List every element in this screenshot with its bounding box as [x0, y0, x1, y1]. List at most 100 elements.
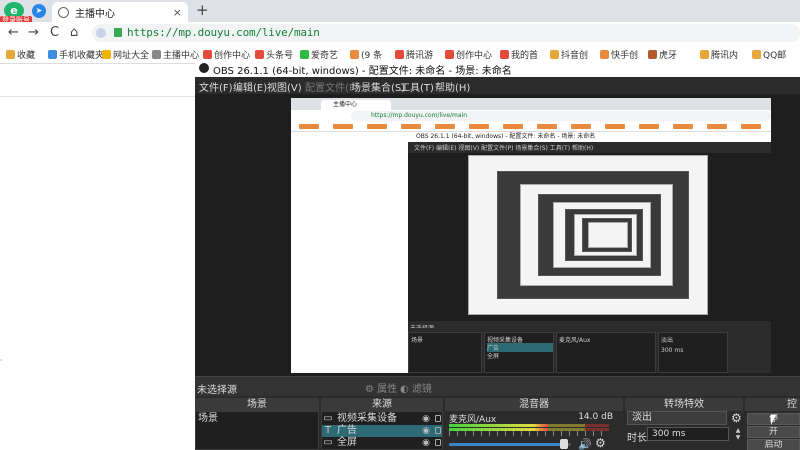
- source-item[interactable]: ▭ 视频采集设备 ◉: [322, 413, 442, 425]
- source-item[interactable]: T 广告 ◉: [322, 425, 442, 437]
- lock-icon[interactable]: [435, 415, 441, 422]
- mixer-dock-title: 混音器: [445, 398, 623, 411]
- obs-titlebar: OBS 26.1.1 (64-bit, windows) - 配置文件: 未命名…: [195, 60, 800, 77]
- captured-mixer-panel: 麦克风/Aux: [556, 332, 656, 373]
- url-field[interactable]: https://mp.douyu.com/live/main: [92, 24, 800, 42]
- favicon-icon: [152, 50, 161, 59]
- display-source-icon: ▭: [323, 437, 333, 448]
- mixer-gear-icon[interactable]: ⚙: [595, 436, 606, 450]
- speaker-icon[interactable]: 🔊: [578, 438, 592, 450]
- scene-item[interactable]: 场景: [196, 413, 218, 425]
- sources-list: ▭ 视频采集设备 ◉ T 广告 ◉ ▭ 全屏 ◉: [321, 411, 443, 450]
- transitions-panel: 淡出 ⚙ 时长 300 ms ▲ ▼: [625, 411, 745, 450]
- back-button[interactable]: ←: [8, 25, 19, 40]
- source-item[interactable]: ▭ 全屏 ◉: [322, 437, 442, 449]
- favicon-icon: [255, 50, 264, 59]
- shield-icon[interactable]: [96, 28, 106, 38]
- obs-menubar: 文件(F) 编辑(E) 视图(V) 配置文件(P) 场景集合(S) 工具(T) 帮助(H): [195, 77, 800, 94]
- favicon-icon: [550, 50, 559, 59]
- captured-transition-panel: 淡出 300 ms: [658, 332, 728, 373]
- volume-slider-handle[interactable]: [560, 439, 568, 449]
- page-divider: [0, 96, 195, 97]
- source-label: 视频采集设备: [337, 413, 397, 424]
- home-button[interactable]: ⌂: [70, 25, 78, 40]
- bookmark-item[interactable]: 手机收藏夹: [48, 48, 104, 61]
- lock-icon[interactable]: [435, 439, 441, 446]
- globe-icon: [58, 6, 69, 18]
- favicon-icon: [648, 50, 657, 59]
- lock-icon[interactable]: [114, 28, 122, 37]
- captured-bookmark: [401, 124, 421, 129]
- captured-bookmark: [333, 124, 353, 129]
- favicon-icon: [600, 50, 609, 59]
- menu-item[interactable]: 工具(T): [400, 79, 434, 94]
- start-recording-button[interactable]: 开: [747, 426, 800, 438]
- screen: e 登录账号 ➤ 主播中心 × + ← → C ⌂ https://mp.dou…: [0, 0, 800, 450]
- captured-bookmark: [435, 124, 455, 129]
- captured-bookmark: [571, 124, 591, 129]
- transitions-dock-title: 转场特效: [625, 398, 743, 411]
- eye-icon[interactable]: ◉: [422, 413, 430, 425]
- bookmark-item[interactable]: 收藏: [6, 48, 35, 61]
- transition-select[interactable]: 淡出: [627, 411, 727, 425]
- source-label: 全屏: [337, 437, 357, 448]
- properties-button[interactable]: ⚙ 属性: [365, 380, 397, 395]
- favicon-icon: [300, 50, 309, 59]
- pinned-tab-icon[interactable]: ➤: [32, 4, 46, 18]
- dock-headers: 场景 来源 混音器 转场特效 控: [195, 398, 800, 411]
- audio-mixer: 麦克风/Aux 14.0 dB 🔊 ⚙: [445, 411, 625, 450]
- menu-item[interactable]: 编辑(E): [233, 79, 267, 94]
- bookmark-item[interactable]: 网址大全: [102, 48, 149, 61]
- obs-preview[interactable]: 主播中心 https://mp.douyu.com/live/main OBS …: [195, 94, 800, 376]
- menu-item[interactable]: 场景集合(S): [351, 79, 405, 94]
- url-text[interactable]: https://mp.douyu.com/live/main: [127, 26, 320, 39]
- browser-tab[interactable]: 主播中心 ×: [52, 2, 188, 22]
- mixer-db-readout: 14.0 dB: [578, 412, 613, 422]
- menu-item[interactable]: 帮助(H): [435, 79, 470, 94]
- source-label: 广告: [337, 425, 357, 436]
- captured-screen: 主播中心 https://mp.douyu.com/live/main OBS …: [291, 98, 771, 373]
- captured-transition-type: 淡出: [661, 337, 674, 344]
- captured-url: https://mp.douyu.com/live/main: [351, 111, 771, 121]
- favicon-icon: [752, 50, 761, 59]
- transition-gear-icon[interactable]: ⚙: [731, 411, 742, 425]
- eye-icon[interactable]: ◉: [422, 437, 430, 449]
- page-edge-mark: ·: [0, 356, 3, 365]
- close-tab-icon[interactable]: ×: [173, 6, 182, 19]
- lock-icon[interactable]: [435, 427, 441, 434]
- reload-button[interactable]: C: [50, 25, 59, 40]
- captured-bookmark: [673, 124, 693, 129]
- favicon-icon: [500, 50, 509, 59]
- duration-up-icon[interactable]: ▲: [733, 427, 743, 434]
- meter-ticks: [449, 431, 609, 436]
- duration-input[interactable]: 300 ms: [647, 427, 729, 441]
- captured-bookmark: [639, 124, 659, 129]
- menu-item[interactable]: 文件(F): [199, 79, 233, 94]
- favicon-icon: [102, 50, 111, 59]
- captured-bookmark: [707, 124, 727, 129]
- source-toolbar: 未选择源 ⚙ 属性 ◐ 滤镜: [195, 376, 800, 396]
- obs-logo-icon: [199, 63, 209, 73]
- gear-icon: ⚙: [365, 384, 374, 395]
- captured-bookmark: [537, 124, 557, 129]
- obs-title: OBS 26.1.1 (64-bit, windows) - 配置文件: 未命名…: [213, 66, 512, 77]
- mouse-cursor: [770, 414, 777, 426]
- captured-obs-menu: 文件(F) 编辑(E) 视图(V) 配置文件(P) 场景集合(S) 工具(T) …: [414, 145, 594, 152]
- forward-button[interactable]: →: [28, 25, 39, 40]
- menu-item[interactable]: 视图(V): [267, 79, 302, 94]
- tab-title: 主播中心: [75, 8, 115, 20]
- favicon-icon: [350, 50, 359, 59]
- captured-bookmark: [503, 124, 523, 129]
- captured-bookmark: [469, 124, 489, 129]
- filters-button[interactable]: ◐ 滤镜: [400, 380, 432, 395]
- eye-icon[interactable]: ◉: [422, 425, 430, 437]
- new-tab-button[interactable]: +: [196, 1, 209, 19]
- captured-obs-preview: [408, 153, 771, 321]
- captured-scene-item: 场景: [411, 337, 424, 344]
- captured-mixer-name: 麦克风/Aux: [559, 337, 591, 344]
- virtual-camera-button[interactable]: 启动: [747, 439, 800, 450]
- duration-down-icon[interactable]: ▼: [733, 434, 743, 441]
- bookmark-item[interactable]: 主播中心: [152, 48, 199, 61]
- captured-sources-panel: 视频采集设备 广告 全屏: [484, 332, 554, 373]
- douyu-page-background: [0, 64, 195, 450]
